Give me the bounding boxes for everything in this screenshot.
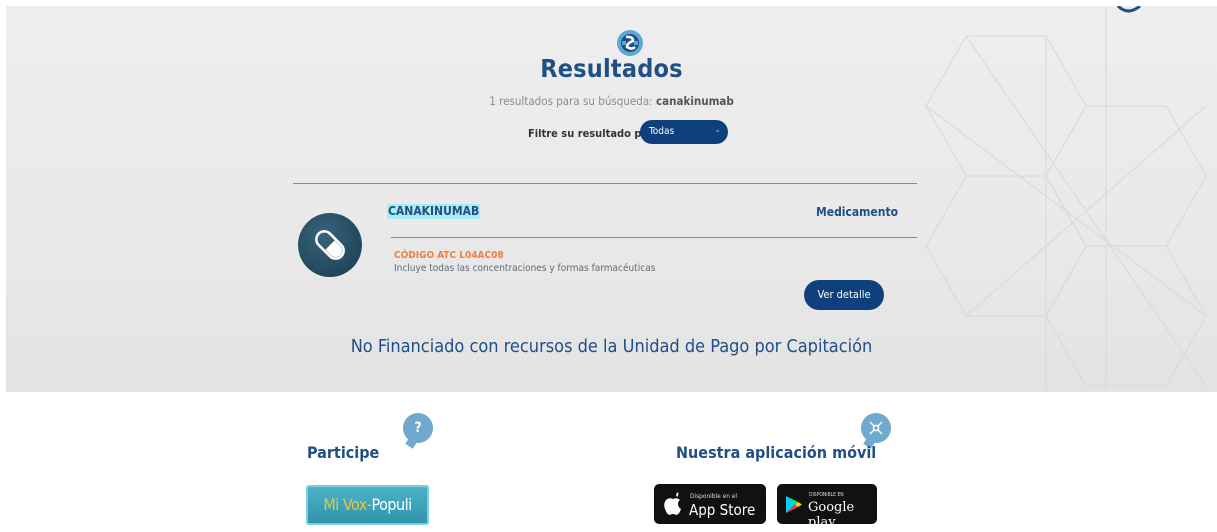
corner-arc	[1116, 6, 1141, 13]
search-query: canakinumab	[655, 94, 734, 108]
result-description: Incluye todas las concentraciones y form…	[394, 263, 656, 274]
result-type: Medicamento	[816, 205, 899, 219]
app-title: Nuestra aplicación móvil	[676, 443, 877, 462]
pill-icon	[298, 213, 362, 277]
filter-label: Filtre su resultado por:	[528, 127, 658, 140]
results-panel: Resultados 1 resultados para su búsqueda…	[6, 6, 1217, 392]
chevron-down-icon: ⌄	[714, 125, 721, 135]
results-count-text: 1 resultados para su búsqueda:	[489, 94, 653, 108]
result-divider	[391, 237, 917, 238]
vox-label-part1: Mi Vox-	[323, 495, 372, 514]
filter-selected-value: Todas	[649, 126, 675, 137]
divider	[293, 183, 917, 184]
app-store-small-text: Disponible en el	[690, 492, 737, 500]
app-store-button[interactable]: Disponible en el App Store	[654, 484, 766, 524]
view-detail-button[interactable]: Ver detalle	[804, 280, 884, 310]
apple-icon	[664, 492, 681, 515]
results-count: 1 resultados para su búsqueda: canakinum…	[6, 94, 1217, 108]
participate-title: Participe	[307, 443, 380, 462]
app-store-label: App Store	[689, 501, 756, 519]
page-title: Resultados	[540, 54, 683, 83]
question-icon: ?	[403, 413, 433, 449]
google-play-icon	[786, 496, 802, 513]
google-play-button[interactable]: DISPONIBLE EN Google play	[777, 484, 877, 530]
vox-populi-link[interactable]: Mi Vox-Populi	[306, 485, 429, 525]
app-icon	[861, 413, 891, 449]
google-play-small-text: DISPONIBLE EN	[809, 492, 844, 498]
atc-code: CÓDIGO ATC L04AC08	[394, 250, 504, 261]
vox-label-part2: Populi	[371, 495, 412, 514]
funding-note: No Financiado con recursos de la Unidad …	[350, 336, 873, 357]
filter-select[interactable]: Todas ⌄	[640, 120, 728, 144]
result-name[interactable]: CANAKINUMAB	[387, 204, 481, 219]
network-icon	[869, 421, 883, 435]
google-play-label: Google play	[808, 500, 855, 530]
